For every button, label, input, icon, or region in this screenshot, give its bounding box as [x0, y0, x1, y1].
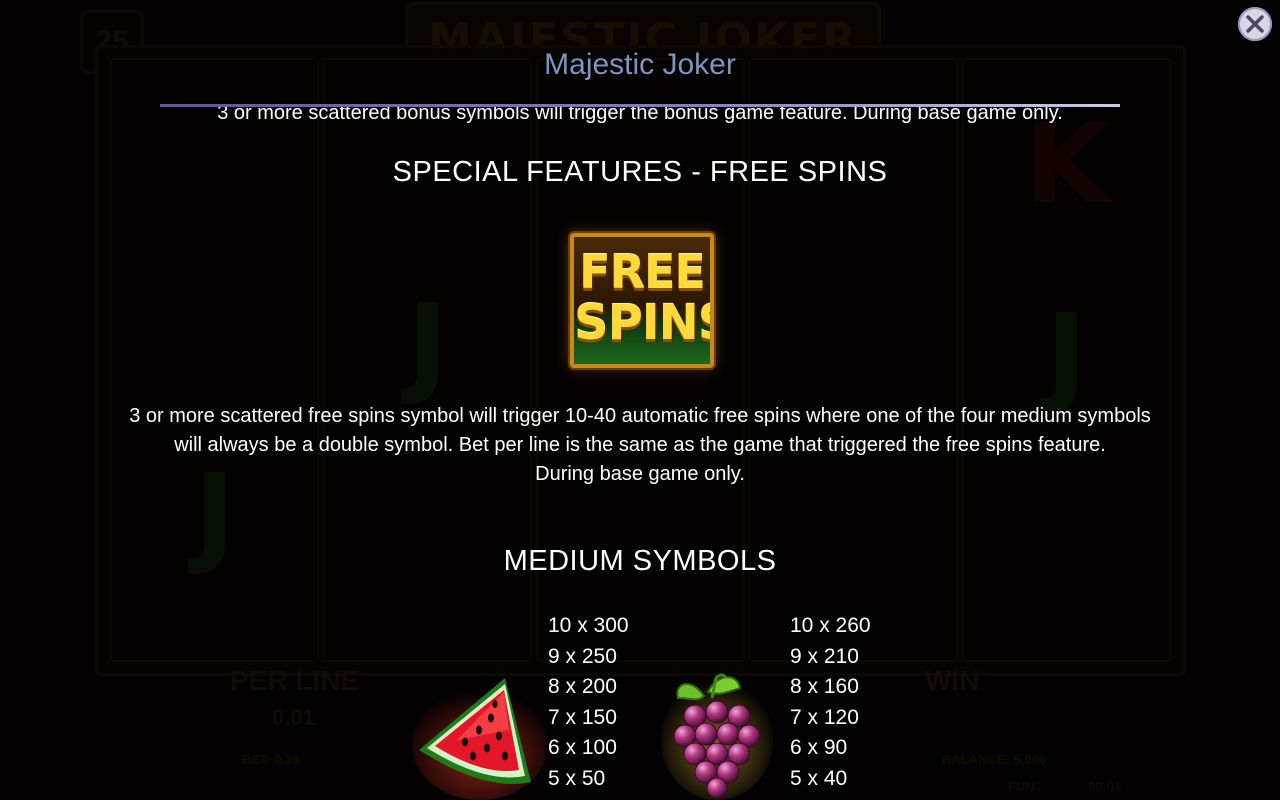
pay-row: 10 x 260 [790, 614, 871, 637]
close-button[interactable] [1238, 7, 1272, 41]
free-spins-heading: SPECIAL FEATURES - FREE SPINS [392, 156, 888, 188]
pay-row: 5 x 40 [790, 766, 848, 790]
pay-row: 8 x 200 [548, 675, 617, 699]
watermelon-paytable: 10 x 300 9 x 250 8 x 200 7 x 150 6 x 100… [548, 611, 629, 795]
badge-word-spins: SPINS [574, 295, 710, 351]
free-spins-desc-note: During base game only. [535, 463, 745, 485]
pay-row: 10 x 300 [548, 614, 629, 637]
pay-row: 7 x 150 [548, 705, 617, 729]
game-screen: 25 MAJESTIC JOKER J J J K PER LINE 0.01 … [0, 0, 1280, 800]
medium-symbols-heading: MEDIUM SYMBOLS [503, 545, 777, 577]
badge-word-free: FREE [579, 245, 706, 299]
close-icon [1246, 15, 1264, 33]
pay-row: 6 x 100 [548, 736, 617, 760]
title-divider [160, 104, 1120, 107]
pay-row: 8 x 160 [790, 675, 859, 699]
pay-row: 5 x 50 [548, 766, 606, 790]
pay-row: 9 x 210 [790, 644, 859, 668]
watermelon-symbol [405, 670, 548, 800]
pay-row: 6 x 90 [790, 736, 848, 760]
grapes-symbol [660, 668, 775, 800]
pay-row: 9 x 250 [548, 644, 617, 668]
free-spins-symbol: FREE SPINS [570, 233, 714, 368]
watermelon-icon [412, 678, 548, 800]
panel-title: Majestic Joker [544, 48, 736, 81]
grapes-paytable: 10 x 260 9 x 210 8 x 160 7 x 120 6 x 90 … [790, 611, 871, 795]
grapes-icon [661, 673, 773, 800]
free-spins-description: 3 or more scattered free spins symbol wi… [120, 402, 1160, 489]
pay-row: 7 x 120 [790, 705, 859, 729]
free-spins-desc-main: 3 or more scattered free spins symbol wi… [129, 405, 1151, 456]
